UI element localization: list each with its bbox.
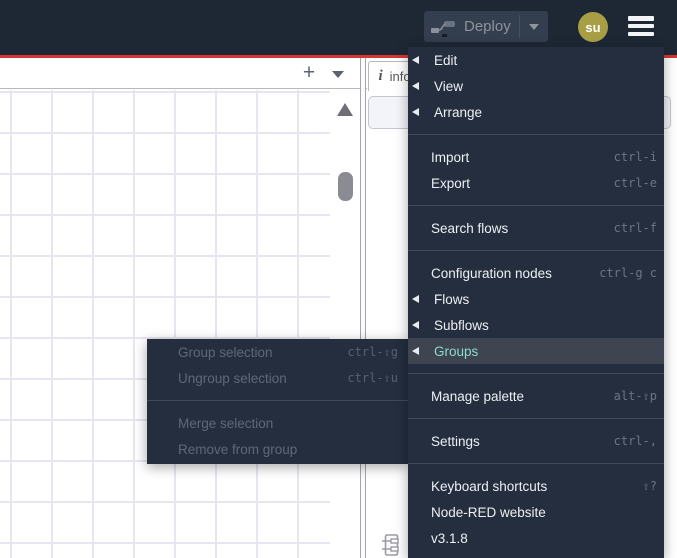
submenu-left-arrow-icon <box>412 295 419 303</box>
hamburger-icon <box>628 23 654 29</box>
deploy-options-caret-icon[interactable] <box>529 24 539 30</box>
user-avatar[interactable]: su <box>578 12 608 42</box>
shortcut-label: ⇧? <box>642 479 657 493</box>
canvas-vertical-scrollbar[interactable] <box>338 172 353 201</box>
shortcut-label: ctrl-i <box>613 150 657 164</box>
menu-item-merge-selection[interactable]: Merge selection <box>147 410 408 436</box>
submenu-left-arrow-icon <box>412 108 419 116</box>
main-menu-dropdown: Edit View Arrange Import ctrl-i Export c… <box>408 47 664 558</box>
scroll-up-arrow-icon[interactable] <box>337 103 353 116</box>
add-flow-button[interactable]: + <box>297 61 321 85</box>
avatar-initials: su <box>585 19 601 35</box>
hamburger-icon <box>628 31 654 37</box>
shortcut-label: ctrl-e <box>613 176 657 190</box>
menu-separator <box>408 463 664 464</box>
menu-item-group-selection[interactable]: Group selection ctrl-⇧g <box>147 339 408 365</box>
menu-separator <box>408 134 664 135</box>
flow-canvas-grid[interactable] <box>0 89 360 558</box>
submenu-left-arrow-icon <box>412 82 419 90</box>
submenu-left-arrow-icon <box>412 56 419 64</box>
shortcut-label: ctrl-, <box>613 434 657 448</box>
menu-item-manage-palette[interactable]: Manage palette alt-⇧p <box>408 383 664 409</box>
menu-item-version[interactable]: v3.1.8 <box>408 525 664 551</box>
submenu-left-arrow-icon <box>412 347 419 355</box>
menu-item-import[interactable]: Import ctrl-i <box>408 144 664 170</box>
shortcut-label: alt-⇧p <box>613 389 657 403</box>
menu-item-arrange[interactable]: Arrange <box>408 99 664 125</box>
menu-item-keyboard-shortcuts[interactable]: Keyboard shortcuts ⇧? <box>408 473 664 499</box>
deploy-button[interactable]: Deploy <box>424 11 548 42</box>
menu-item-subflows[interactable]: Subflows <box>408 312 664 338</box>
groups-submenu: Group selection ctrl-⇧g Ungroup selectio… <box>147 339 408 464</box>
menu-item-export[interactable]: Export ctrl-e <box>408 170 664 196</box>
menu-item-groups[interactable]: Groups <box>408 338 664 364</box>
node-red-app: Deploy su + Flows Subflow <box>0 0 677 558</box>
menu-separator <box>408 250 664 251</box>
info-icon: i <box>378 67 383 84</box>
menu-item-configuration-nodes[interactable]: Configuration nodes ctrl-g c <box>408 260 664 286</box>
shortcut-label: ctrl-f <box>613 221 657 235</box>
sidebar-splitter[interactable] <box>360 58 366 558</box>
deploy-divider <box>519 15 520 38</box>
menu-item-nodered-website[interactable]: Node-RED website <box>408 499 664 525</box>
menu-item-edit[interactable]: Edit <box>408 47 664 73</box>
shortcut-label: ctrl-⇧u <box>347 371 398 385</box>
menu-item-settings[interactable]: Settings ctrl-, <box>408 428 664 454</box>
canvas-scroll-gutter <box>330 89 360 558</box>
menu-item-ungroup-selection[interactable]: Ungroup selection ctrl-⇧u <box>147 365 408 391</box>
hamburger-icon <box>628 16 654 21</box>
node-wire-icon <box>431 20 455 37</box>
menu-item-flows[interactable]: Flows <box>408 286 664 312</box>
submenu-left-arrow-icon <box>412 321 419 329</box>
menu-item-view[interactable]: View <box>408 73 664 99</box>
menu-separator <box>408 373 664 374</box>
menu-item-remove-from-group[interactable]: Remove from group <box>147 436 408 462</box>
shortcut-label: ctrl-⇧g <box>347 345 398 359</box>
layout-node-icon[interactable] <box>382 534 400 557</box>
menu-separator <box>408 205 664 206</box>
flow-list-chevron-icon[interactable] <box>332 71 344 78</box>
menu-item-search-flows[interactable]: Search flows ctrl-f <box>408 215 664 241</box>
main-menu-button[interactable] <box>628 16 654 40</box>
shortcut-label: ctrl-g c <box>599 266 657 280</box>
deploy-label: Deploy <box>464 18 511 35</box>
menu-separator <box>408 418 664 419</box>
menu-separator <box>147 400 408 401</box>
